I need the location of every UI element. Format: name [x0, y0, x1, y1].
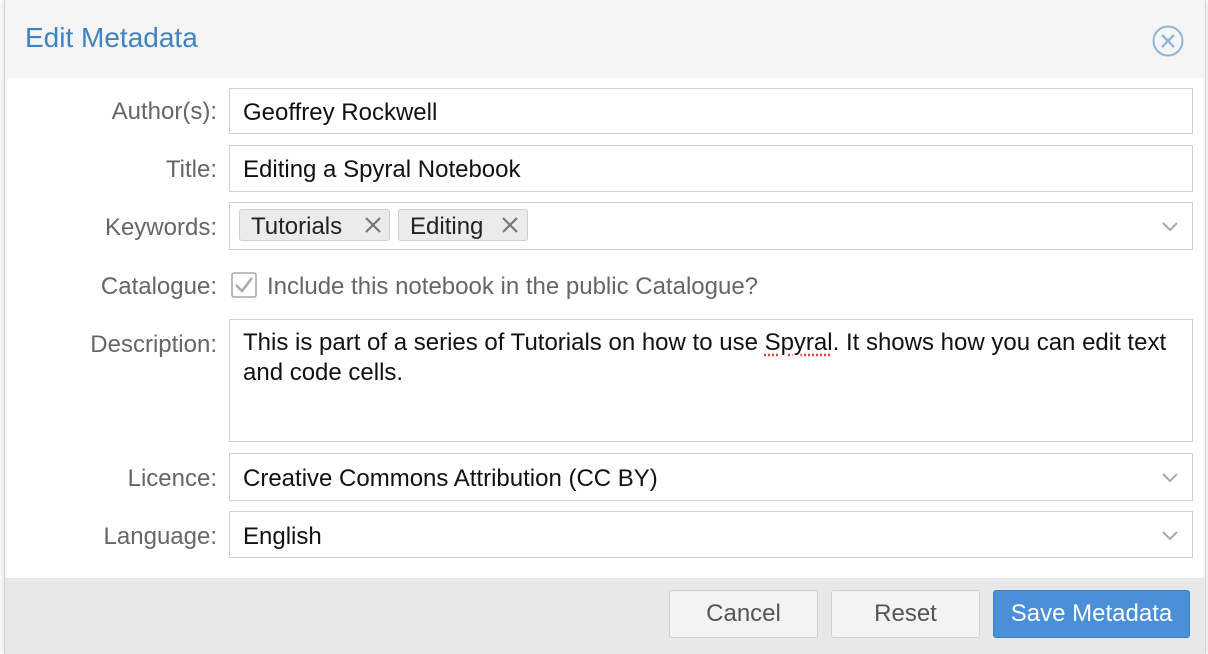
keywords-field[interactable]: Tutorials Editing — [229, 202, 1193, 250]
language-label: Language: — [103, 523, 217, 550]
description-textarea[interactable]: This is part of a series of Tutorials on… — [229, 319, 1193, 442]
reset-button[interactable]: Reset — [831, 590, 980, 638]
edit-metadata-dialog: Edit Metadata Author(s): Geoffrey Rockwe… — [4, 0, 1206, 654]
authors-field[interactable]: Geoffrey Rockwell — [229, 88, 1193, 134]
authors-label: Author(s): — [111, 98, 217, 125]
keyword-tag-label: Tutorials — [251, 213, 343, 240]
cancel-button[interactable]: Cancel — [669, 590, 818, 638]
title-label: Title: — [165, 156, 217, 183]
dialog-header: Edit Metadata — [5, 0, 1205, 78]
misspelled-word: Spyral — [764, 329, 833, 356]
save-metadata-button[interactable]: Save Metadata — [993, 590, 1190, 638]
description-text: This is part of a series of Tutorials on… — [243, 329, 765, 356]
close-icon[interactable] — [1151, 24, 1185, 58]
licence-label: Licence: — [127, 465, 217, 492]
description-label: Description: — [90, 331, 217, 358]
dialog-footer: Cancel Reset Save Metadata — [5, 578, 1205, 654]
close-icon[interactable] — [363, 214, 383, 234]
catalogue-label: Catalogue: — [100, 273, 217, 300]
dialog-body: Author(s): Geoffrey Rockwell Title: Edit… — [7, 78, 1203, 578]
licence-select[interactable]: Creative Commons Attribution (CC BY) — [229, 453, 1193, 501]
keyword-tag: Editing — [398, 209, 528, 241]
catalogue-checkbox-label[interactable]: Include this notebook in the public Cata… — [267, 273, 758, 301]
close-icon[interactable] — [500, 214, 520, 234]
chevron-down-icon[interactable] — [1160, 469, 1180, 485]
catalogue-checkbox[interactable] — [231, 272, 257, 298]
licence-value: Creative Commons Attribution (CC BY) — [243, 465, 658, 492]
chevron-down-icon[interactable] — [1160, 218, 1180, 234]
description-value: This is part of a series of Tutorials on… — [243, 328, 1173, 388]
dialog-title: Edit Metadata — [25, 22, 198, 53]
title-field[interactable]: Editing a Spyral Notebook — [229, 145, 1193, 192]
chevron-down-icon[interactable] — [1160, 527, 1180, 543]
title-value: Editing a Spyral Notebook — [243, 156, 521, 183]
keyword-tag-label: Editing — [410, 213, 484, 240]
authors-value: Geoffrey Rockwell — [243, 99, 438, 126]
language-select[interactable]: English — [229, 511, 1193, 558]
keywords-label: Keywords: — [104, 214, 217, 241]
keyword-tag: Tutorials — [239, 209, 390, 241]
language-value: English — [243, 523, 322, 550]
